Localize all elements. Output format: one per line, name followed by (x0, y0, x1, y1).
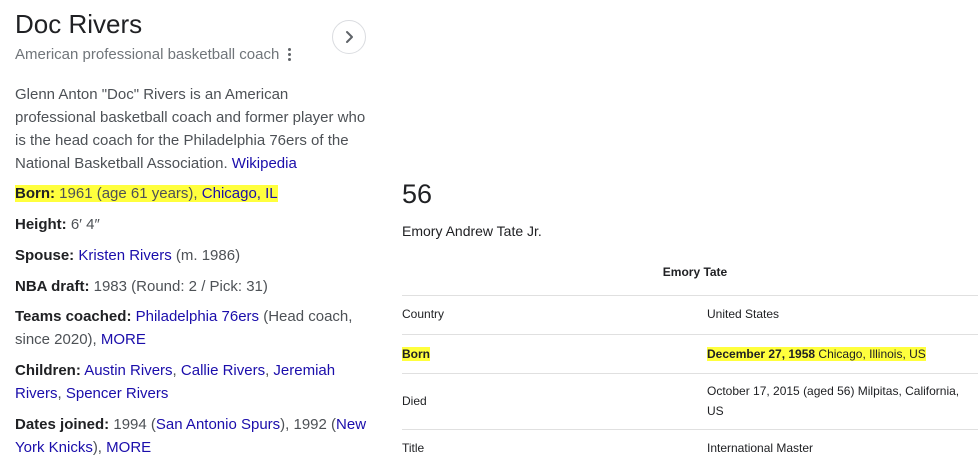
divider (402, 295, 978, 296)
fact-dates-joined: Dates joined: 1994 (San Antonio Spurs), … (15, 413, 370, 459)
fact-label: Spouse: (15, 247, 75, 264)
child-link[interactable]: Austin Rivers (84, 362, 172, 379)
fact-label: NBA draft: (15, 278, 90, 295)
divider (402, 334, 978, 335)
child-link[interactable]: Spencer Rivers (66, 385, 169, 402)
date-text: 1994 ( (113, 416, 156, 433)
row-label: Country (402, 307, 445, 321)
spouse-link[interactable]: Kristen Rivers (78, 247, 171, 264)
fact-label: Teams coached: (15, 308, 132, 325)
highlight: December 27, 1958 Chicago, Illinois, US (707, 347, 926, 361)
row-value: International Master (707, 441, 814, 455)
team-link[interactable]: Philadelphia 76ers (136, 308, 259, 325)
fact-height: Height: 6′ 4″ (15, 213, 370, 236)
divider (402, 429, 978, 430)
spouse-extra: (m. 1986) (171, 247, 241, 264)
highlight: Born: 1961 (age 61 years), Chicago, IL (15, 185, 278, 202)
divider (402, 373, 978, 374)
full-name: Emory Andrew Tate Jr. (402, 223, 542, 239)
row-value-born: December 27, 1958 Chicago, Illinois, US (707, 344, 978, 364)
more-vert-icon[interactable] (281, 44, 297, 64)
born-date: December 27, 1958 (707, 347, 816, 361)
next-button[interactable] (332, 20, 366, 54)
highlight: Born (402, 347, 430, 361)
nba-draft-value: 1983 (Round: 2 / Pick: 31) (93, 278, 268, 295)
fact-children: Children: Austin Rivers, Callie Rivers, … (15, 359, 370, 405)
fact-label: Height: (15, 216, 67, 233)
more-link[interactable]: MORE (106, 439, 151, 456)
table-title-text: Emory Tate (662, 265, 728, 279)
height-value: 6′ 4″ (70, 216, 100, 233)
fact-teams-coached: Teams coached: Philadelphia 76ers (Head … (15, 305, 370, 351)
date-text: ), 1992 ( (280, 416, 337, 433)
born-value: 1961 (age 61 years), (59, 185, 202, 202)
row-label: Title (402, 441, 425, 455)
fact-label: Born: (15, 185, 55, 202)
entity-title: Doc Rivers (15, 9, 143, 39)
fact-born: Born: 1961 (age 61 years), Chicago, IL (15, 182, 370, 205)
row-label-born: Born (402, 344, 430, 364)
row-value: October 17, 2015 (aged 56) Milpitas, Cal… (707, 384, 960, 418)
row-label: Died (402, 394, 427, 408)
child-link[interactable]: Callie Rivers (181, 362, 265, 379)
entity-description: Glenn Anton "Doc" Rivers is an American … (15, 83, 370, 175)
description-text: Glenn Anton "Doc" Rivers is an American … (15, 86, 366, 172)
fact-label: Children: (15, 362, 81, 379)
date-text: ), (92, 439, 107, 456)
separator: , (57, 385, 66, 402)
fact-spouse: Spouse: Kristen Rivers (m. 1986) (15, 244, 370, 267)
team-link[interactable]: San Antonio Spurs (156, 416, 280, 433)
chevron-right-icon (346, 31, 353, 43)
entity-subtitle: American professional basketball coach (15, 46, 280, 63)
born-place-link[interactable]: Chicago, IL (202, 185, 278, 202)
fact-label: Dates joined: (15, 416, 110, 433)
separator: , (172, 362, 181, 379)
heading-number: 56 (402, 179, 433, 209)
fact-nba-draft: NBA draft: 1983 (Round: 2 / Pick: 31) (15, 275, 370, 298)
wikipedia-link[interactable]: Wikipedia (232, 155, 297, 172)
row-value: United States (707, 307, 780, 321)
table-title: Emory Tate (402, 265, 978, 279)
born-place: Chicago, Illinois, US (815, 347, 926, 361)
more-link[interactable]: MORE (101, 331, 146, 348)
